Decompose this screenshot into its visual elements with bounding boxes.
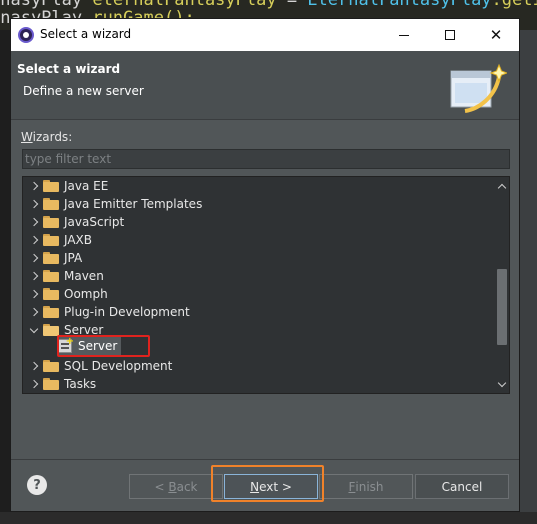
folder-icon bbox=[43, 180, 59, 192]
close-button[interactable]: ✕ bbox=[473, 19, 519, 51]
footer-separator bbox=[11, 459, 519, 460]
next-button-label: ext > bbox=[259, 479, 292, 494]
wizard-tree: Java EE Java Emitter Templates JavaScrip… bbox=[22, 176, 510, 394]
select-wizard-dialog: Select a wizard ✕ Select a wizard Define… bbox=[10, 18, 520, 512]
plus-icon: + bbox=[65, 336, 74, 347]
tree-item-label: Oomph bbox=[64, 287, 108, 301]
folder-icon bbox=[43, 360, 59, 372]
finish-button[interactable]: Finish bbox=[319, 474, 413, 499]
code-text: = bbox=[276, 0, 308, 10]
chevron-right-icon[interactable] bbox=[28, 231, 40, 249]
chevron-right-icon[interactable] bbox=[28, 303, 40, 321]
back-button[interactable]: < Back bbox=[129, 474, 223, 499]
wizards-label: Wizards: bbox=[21, 130, 72, 144]
back-button-mnemonic: B bbox=[168, 479, 177, 494]
tree-item-java-emitter-templates[interactable]: Java Emitter Templates bbox=[23, 195, 493, 213]
tree-item-java-ee[interactable]: Java EE bbox=[23, 177, 493, 195]
tree-item-jpa[interactable]: JPA bbox=[23, 249, 493, 267]
chevron-right-icon[interactable] bbox=[28, 195, 40, 213]
tree-item-jaxb[interactable]: JAXB bbox=[23, 231, 493, 249]
folder-icon bbox=[43, 378, 59, 390]
scrollbar-thumb[interactable] bbox=[497, 269, 507, 345]
chevron-down-icon[interactable] bbox=[28, 321, 40, 339]
tree-item-label: Tasks bbox=[64, 377, 97, 391]
finish-button-label: inish bbox=[355, 479, 384, 494]
folder-icon bbox=[43, 306, 59, 318]
tree-item-server-wizard[interactable]: + Server bbox=[57, 336, 122, 355]
back-button-prefix: < bbox=[154, 479, 169, 494]
tree-item-label: JPA bbox=[64, 251, 83, 265]
folder-open-icon bbox=[43, 324, 59, 336]
filter-input[interactable] bbox=[22, 149, 510, 169]
tree-item-tasks[interactable]: Tasks bbox=[23, 375, 493, 393]
tree-scrollbar[interactable] bbox=[494, 177, 509, 393]
folder-icon bbox=[43, 288, 59, 300]
wizards-label-text: izards: bbox=[32, 130, 73, 144]
maximize-button[interactable] bbox=[427, 19, 473, 51]
close-icon: ✕ bbox=[489, 25, 503, 44]
header-title: Select a wizard bbox=[17, 62, 121, 76]
tree-item-sql-development[interactable]: SQL Development bbox=[23, 357, 493, 375]
wizard-header: Select a wizard Define a new server bbox=[11, 51, 519, 119]
help-button[interactable]: ? bbox=[27, 475, 47, 495]
editor-background-strip bbox=[0, 512, 537, 524]
server-icon: + bbox=[58, 336, 74, 353]
folder-icon bbox=[43, 234, 59, 246]
editor-background-strip bbox=[520, 30, 537, 524]
chevron-right-icon[interactable] bbox=[28, 375, 40, 393]
tree-item-javascript[interactable]: JavaScript bbox=[23, 213, 493, 231]
chevron-right-icon[interactable] bbox=[28, 267, 40, 285]
window-title: Select a wizard bbox=[40, 27, 132, 41]
next-button[interactable]: Next > bbox=[224, 474, 318, 499]
folder-icon bbox=[43, 252, 59, 264]
minimize-button[interactable] bbox=[381, 19, 427, 51]
wizards-label-mnemonic: W bbox=[21, 130, 33, 144]
minimize-icon bbox=[399, 34, 409, 36]
help-icon: ? bbox=[33, 477, 41, 493]
chevron-right-icon[interactable] bbox=[28, 249, 40, 267]
wizard-banner-icon bbox=[450, 63, 507, 113]
tree-item-label: Server bbox=[78, 339, 118, 353]
next-button-mnemonic: N bbox=[250, 479, 260, 494]
title-bar: Select a wizard ✕ bbox=[11, 19, 519, 51]
header-subtitle: Define a new server bbox=[23, 84, 144, 98]
code-text: EternalFantasyPlay bbox=[307, 0, 492, 10]
tree-item-label: JavaScript bbox=[64, 215, 125, 229]
tree-item-label: SQL Development bbox=[64, 359, 173, 373]
chevron-right-icon[interactable] bbox=[28, 213, 40, 231]
tree-item-plug-in-development[interactable]: Plug-in Development bbox=[23, 303, 493, 321]
folder-icon bbox=[43, 216, 59, 228]
tree-item-label: JAXB bbox=[64, 233, 92, 247]
code-text: .getI bbox=[491, 0, 537, 10]
tree-item-label: Java EE bbox=[64, 179, 109, 193]
tree-item-label: Java Emitter Templates bbox=[64, 197, 203, 211]
tree-item-label: Maven bbox=[64, 269, 104, 283]
tree-item-oomph[interactable]: Oomph bbox=[23, 285, 493, 303]
tree-item-label: Plug-in Development bbox=[64, 305, 190, 319]
tree-item-label: Server bbox=[64, 323, 104, 337]
cancel-button-label: Cancel bbox=[441, 479, 483, 494]
folder-icon bbox=[43, 270, 59, 282]
scroll-down-icon[interactable] bbox=[494, 376, 509, 392]
chevron-right-icon[interactable] bbox=[28, 357, 40, 375]
chevron-right-icon[interactable] bbox=[28, 177, 40, 195]
cancel-button[interactable]: Cancel bbox=[415, 474, 509, 499]
finish-button-mnemonic: F bbox=[348, 479, 356, 494]
scroll-up-icon[interactable] bbox=[494, 178, 509, 194]
back-button-label: ack bbox=[176, 479, 198, 494]
tree-item-maven[interactable]: Maven bbox=[23, 267, 493, 285]
header-separator bbox=[11, 119, 519, 120]
maximize-icon bbox=[445, 30, 455, 40]
folder-icon bbox=[43, 198, 59, 210]
chevron-right-icon[interactable] bbox=[28, 285, 40, 303]
eclipse-icon bbox=[18, 27, 34, 43]
